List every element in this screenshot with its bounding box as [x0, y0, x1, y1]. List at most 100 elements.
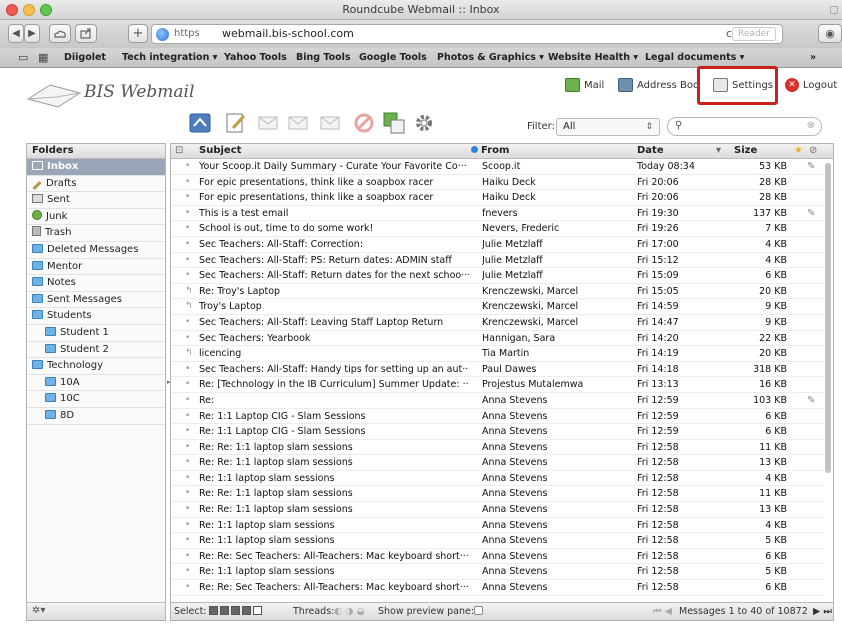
flag-star-icon[interactable]: ★ [794, 145, 803, 156]
folder-10a[interactable]: 10A [27, 375, 165, 392]
pager-next[interactable]: ▶ ⏭ [813, 606, 832, 617]
forward-button[interactable]: ▶ [24, 24, 40, 43]
message-row[interactable]: • Sec Teachers: All-Staff: Leaving Staff … [171, 315, 823, 331]
pager-prev[interactable]: ⏮ ◀ [653, 606, 672, 617]
folder-inbox[interactable]: Inbox [27, 159, 165, 176]
message-row[interactable]: • Re: 1:1 laptop slam sessions Anna Steven… [171, 533, 823, 549]
mark-icon[interactable] [382, 111, 406, 135]
bookmark-photos-graphics[interactable]: Photos & Graphics ▾ [437, 52, 544, 63]
message-row[interactable]: • Re: [Technology in the IB Curriculum] S… [171, 377, 823, 393]
message-row[interactable]: • Sec Teachers: Yearbook Hannigan, Sara Fri… [171, 331, 823, 347]
folder-notes[interactable]: Notes [27, 275, 165, 292]
message-row[interactable]: • Re: Re: 1:1 laptop slam sessions Anna St… [171, 455, 823, 471]
reload-icon[interactable]: c [726, 27, 732, 40]
new-tab-button[interactable]: + [128, 24, 148, 43]
message-row[interactable]: • Sec Teachers: All-Staff: Correction: Jul… [171, 237, 823, 253]
message-row[interactable]: • Re: Re: 1:1 laptop slam sessions Anna St… [171, 486, 823, 503]
message-row[interactable]: ↰ Re: Troy's Laptop Krenczewski, Marcel Fri… [171, 284, 823, 300]
select-unread-icon[interactable] [231, 606, 240, 615]
folder-technology[interactable]: Technology [27, 358, 165, 375]
sidebar-toggle-button[interactable] [49, 24, 71, 43]
folder-deleted-messages[interactable]: Deleted Messages [27, 242, 165, 259]
message-row[interactable]: • Re: 1:1 laptop slam sessions Anna Steven… [171, 564, 823, 581]
message-row[interactable]: • Re: Re: 1:1 laptop slam sessions Anna St… [171, 502, 823, 518]
message-row[interactable]: • For epic presentations, think like a so… [171, 190, 823, 206]
column-from[interactable]: From [471, 145, 509, 156]
message-row[interactable]: • For epic presentations, think like a so… [171, 175, 823, 191]
message-row[interactable]: • Re: 1:1 Laptop CIG - Slam Sessions Anna … [171, 424, 823, 440]
message-row[interactable]: • Your Scoop.it Daily Summary - Curate Yo… [171, 159, 823, 175]
bookmark-tech-integration[interactable]: Tech integration ▾ [122, 52, 217, 63]
message-row[interactable]: • Sec Teachers: All-Staff: Handy tips for… [171, 362, 823, 378]
message-row[interactable]: • School is out, time to do some work! Nev… [171, 221, 823, 237]
refresh-icon[interactable] [188, 111, 212, 135]
folder-trash[interactable]: Trash [27, 225, 165, 242]
column-date[interactable]: Date [637, 145, 664, 156]
message-row[interactable]: • Re: 1:1 laptop slam sessions Anna Steven… [171, 518, 823, 534]
bookmark-bing-tools[interactable]: Bing Tools [296, 52, 351, 63]
reply-icon[interactable] [256, 111, 280, 135]
message-size: 20 KB [759, 348, 787, 360]
message-row[interactable]: • Re: 1:1 laptop slam sessions Anna Steven… [171, 471, 823, 487]
book-icon[interactable]: ▭ [18, 51, 28, 64]
select-page-icon[interactable] [220, 606, 229, 615]
message-row[interactable]: ↰ licencing Tia Martin Fri 14:19 20 KB [171, 346, 823, 362]
folder-students[interactable]: Students [27, 308, 165, 325]
share-button[interactable] [75, 24, 97, 43]
folder-8d[interactable]: 8D [27, 408, 165, 425]
message-row[interactable]: • Re: Re: Sec Teachers: All-Teachers: Mac… [171, 580, 823, 596]
fullscreen-icon[interactable] [830, 6, 838, 14]
delete-icon[interactable] [352, 111, 376, 135]
message-row[interactable]: • Sec Teachers: All-Staff: Return dates f… [171, 268, 823, 284]
bookmark-yahoo-tools[interactable]: Yahoo Tools [224, 52, 287, 63]
folder-mentor[interactable]: Mentor [27, 259, 165, 276]
list-scrollbar[interactable] [824, 159, 832, 599]
folder-student-1[interactable]: Student 1 [27, 325, 165, 342]
preview-checkbox[interactable] [474, 606, 483, 617]
clear-search-icon[interactable]: ⊗ [807, 120, 815, 131]
thread-toggle-icons[interactable]: ◐ ◑ ◒ [334, 606, 365, 617]
message-row[interactable]: • Re: Anna Stevens Fri 12:59 103 KB ✎ [171, 393, 823, 409]
select-invert-icon[interactable] [242, 606, 251, 615]
column-subject[interactable]: Subject [199, 145, 241, 156]
address-book-button[interactable]: Address Boo [618, 76, 699, 96]
select-none-icon[interactable] [253, 606, 262, 615]
folder-sent-messages[interactable]: Sent Messages [27, 292, 165, 309]
folder-sent[interactable]: Sent [27, 192, 165, 209]
address-bar[interactable]: https webmail.bis-school.com c Reader [151, 24, 783, 44]
message-size: 6 KB [765, 270, 787, 282]
downloads-button[interactable]: ◉ [818, 24, 842, 43]
logout-button[interactable]: ✕ Logout [785, 76, 837, 96]
bookmark-legal-documents[interactable]: Legal documents ▾ [645, 52, 744, 63]
back-button[interactable]: ◀ [8, 24, 24, 43]
folder-junk[interactable]: Junk [27, 209, 165, 226]
gear-icon[interactable] [412, 111, 436, 135]
folder-student-2[interactable]: Student 2 [27, 342, 165, 359]
message-row[interactable]: • Re: 1:1 Laptop CIG - Slam Sessions Anna … [171, 409, 823, 425]
compose-icon[interactable] [224, 111, 248, 135]
bookmark-google-tools[interactable]: Google Tools [359, 52, 427, 63]
message-row[interactable]: • Re: Re: 1:1 laptop slam sessions Anna St… [171, 440, 823, 456]
folder-options-gear-icon[interactable]: ✲▾ [32, 605, 45, 616]
message-row[interactable]: • Sec Teachers: All-Staff: PS: Return dat… [171, 253, 823, 269]
column-size[interactable]: Size [734, 145, 757, 156]
list-options-icon[interactable]: ⊡ [175, 145, 183, 156]
reader-button[interactable]: Reader [732, 27, 776, 41]
select-all-icon[interactable] [209, 606, 218, 615]
search-input[interactable]: ⚲ ⊗ [667, 117, 822, 136]
mail-button[interactable]: Mail [565, 76, 604, 96]
message-row[interactable]: • This is a test email fnevers Fri 19:30 137… [171, 206, 823, 222]
message-row[interactable]: ↰ Troy's Laptop Krenczewski, Marcel Fri 14:… [171, 299, 823, 315]
message-row[interactable]: • Re: Re: Sec Teachers: All-Teachers: Mac… [171, 549, 823, 565]
forward-icon[interactable] [318, 111, 342, 135]
bookmark-website-health[interactable]: Website Health ▾ [548, 52, 638, 63]
top-sites-icon[interactable]: ▦ [38, 51, 48, 64]
folder-drafts[interactable]: Drafts [27, 176, 165, 193]
scrollbar-thumb[interactable] [825, 163, 831, 473]
attachment-icon[interactable]: ⊘ [809, 145, 817, 156]
bookmark-diigolet[interactable]: Diigolet [64, 52, 106, 63]
bookmarks-overflow[interactable]: » [810, 52, 816, 63]
folder-10c[interactable]: 10C [27, 391, 165, 408]
reply-all-icon[interactable] [286, 111, 310, 135]
filter-select[interactable]: All ⇕ [556, 118, 660, 136]
